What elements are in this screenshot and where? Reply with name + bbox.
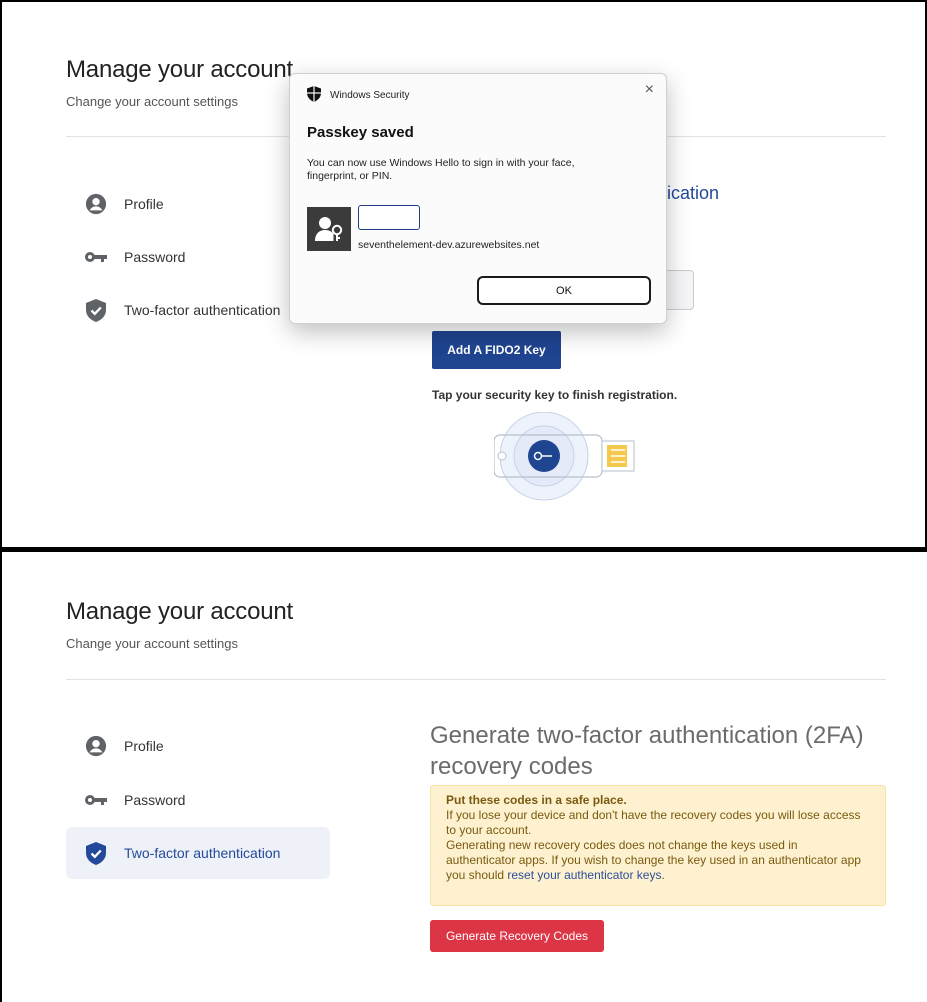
page-subtitle: Change your account settings	[66, 94, 238, 109]
profile-icon	[84, 192, 108, 216]
dialog-app-name: Windows Security	[330, 90, 410, 101]
nav-item-label: Password	[124, 249, 186, 265]
windows-security-dialog: Windows Security × Passkey saved You can…	[289, 73, 667, 324]
dialog-body: You can now use Windows Hello to sign in…	[307, 157, 575, 182]
user-key-icon	[307, 207, 351, 251]
nav-item-label: Two-factor authentication	[124, 845, 281, 861]
ok-button[interactable]: OK	[477, 276, 651, 305]
passkey-site: seventhelement-dev.azurewebsites.net	[358, 239, 540, 251]
profile-icon	[84, 734, 108, 758]
key-icon	[84, 788, 108, 812]
page-title: Manage your account	[66, 56, 294, 83]
bottom-screenshot: Manage your account Change your account …	[0, 552, 927, 1002]
warning-title: Put these codes in a safe place.	[446, 793, 627, 807]
recovery-codes-warning: Put these codes in a safe place. If you …	[430, 785, 886, 906]
key-icon	[84, 245, 108, 269]
top-screenshot: Manage your account Change your account …	[0, 0, 927, 548]
nav-item-password[interactable]: Password	[66, 774, 330, 826]
add-fido2-key-button[interactable]: Add A FIDO2 Key	[432, 331, 561, 369]
dialog-heading: Passkey saved	[307, 124, 414, 141]
nav-item-label: Profile	[124, 738, 164, 754]
nav-item-label: Two-factor authentication	[124, 302, 281, 318]
page-subtitle: Change your account settings	[66, 636, 238, 651]
security-key-illustration	[494, 412, 635, 501]
nav-item-label: Profile	[124, 196, 164, 212]
nav-item-label: Password	[124, 792, 186, 808]
header-divider	[66, 679, 886, 680]
warning-line2-suffix: .	[661, 868, 665, 882]
section-heading-partial: tication	[662, 183, 720, 203]
windows-security-shield-icon	[307, 86, 321, 102]
shield-check-icon	[84, 841, 108, 865]
recovery-codes-heading: Generate two-factor authentication (2FA)…	[430, 722, 864, 780]
generate-recovery-codes-button[interactable]: Generate Recovery Codes	[430, 920, 604, 952]
close-icon[interactable]: ×	[645, 82, 654, 98]
nav-item-two-factor[interactable]: Two-factor authentication	[66, 827, 330, 879]
shield-check-icon	[84, 298, 108, 322]
nav-item-profile[interactable]: Profile	[66, 720, 330, 772]
page-title: Manage your account	[66, 598, 294, 625]
warning-line1: If you lose your device and don't have t…	[446, 808, 861, 837]
reset-authenticator-keys-link[interactable]: reset your authenticator keys	[507, 868, 661, 882]
passkey-username	[358, 205, 420, 230]
tap-instruction: Tap your security key to finish registra…	[432, 388, 678, 402]
